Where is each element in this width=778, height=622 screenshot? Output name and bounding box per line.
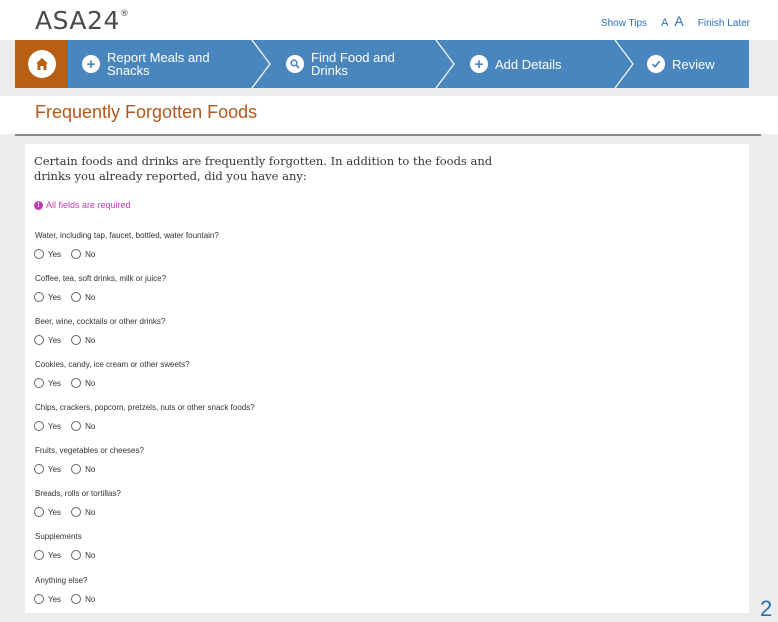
yes-radio[interactable]: Yes bbox=[34, 249, 61, 259]
radio-circle-icon bbox=[34, 421, 44, 431]
yes-radio[interactable]: Yes bbox=[34, 550, 61, 560]
intro-text: Certain foods and drinks are frequently … bbox=[34, 154, 493, 183]
answer-options: Yes No bbox=[34, 292, 105, 302]
yes-radio[interactable]: Yes bbox=[34, 292, 61, 302]
answer-options: Yes No bbox=[34, 550, 105, 560]
question-supplements: Supplements bbox=[35, 532, 82, 541]
yes-radio[interactable]: Yes bbox=[34, 464, 61, 474]
radio-circle-icon bbox=[71, 464, 82, 474]
text-size-small-button[interactable]: A bbox=[661, 17, 668, 29]
step-report-meals[interactable]: + Report Meals and Snacks bbox=[68, 40, 272, 88]
radio-circle-icon bbox=[71, 378, 82, 388]
question-snacks: Chips, crackers, popcorn, pretzels, nuts… bbox=[35, 403, 255, 412]
radio-circle-icon bbox=[34, 292, 44, 302]
search-icon bbox=[286, 55, 304, 73]
step-review[interactable]: Review bbox=[635, 40, 749, 88]
radio-circle-icon bbox=[34, 594, 44, 604]
yes-radio[interactable]: Yes bbox=[34, 594, 61, 604]
radio-circle-icon bbox=[34, 507, 44, 517]
step-label: Find Food and Drinks bbox=[311, 50, 395, 78]
no-radio[interactable]: No bbox=[71, 378, 95, 388]
no-radio[interactable]: No bbox=[71, 249, 95, 259]
page-title: Frequently Forgotten Foods bbox=[35, 102, 258, 122]
corner-fragment-text: 2 bbox=[760, 596, 773, 621]
no-radio[interactable]: No bbox=[71, 507, 95, 517]
finish-later-link[interactable]: Finish Later bbox=[698, 18, 750, 29]
answer-options: Yes No bbox=[34, 594, 105, 604]
question-coffee: Coffee, tea, soft drinks, milk or juice? bbox=[35, 274, 167, 283]
step-separator bbox=[614, 40, 634, 88]
answer-options: Yes No bbox=[34, 421, 105, 431]
radio-circle-icon bbox=[71, 249, 82, 259]
plus-icon: + bbox=[470, 55, 488, 73]
question-breads: Breads, rolls or tortillas? bbox=[35, 489, 121, 498]
text-size-large-button[interactable]: A bbox=[674, 13, 683, 29]
step-separator bbox=[435, 40, 455, 88]
radio-circle-icon bbox=[34, 550, 44, 560]
yes-radio[interactable]: Yes bbox=[34, 507, 61, 517]
question-fruits: Fruits, vegetables or cheeses? bbox=[35, 446, 144, 455]
answer-options: Yes No bbox=[34, 249, 105, 259]
step-label: Add Details bbox=[495, 56, 562, 72]
radio-circle-icon bbox=[34, 335, 44, 345]
radio-circle-icon bbox=[71, 335, 82, 345]
radio-circle-icon bbox=[71, 507, 82, 517]
asa24-logo[interactable]: ASA24® bbox=[35, 6, 129, 35]
answer-options: Yes No bbox=[34, 378, 105, 388]
top-bar: ASA24® Show Tips A A Finish Later bbox=[0, 0, 778, 40]
radio-circle-icon bbox=[34, 464, 44, 474]
questions-panel: Certain foods and drinks are frequently … bbox=[25, 144, 749, 613]
no-radio[interactable]: No bbox=[71, 421, 95, 431]
home-button[interactable] bbox=[15, 40, 68, 88]
check-icon bbox=[647, 55, 665, 73]
yes-radio[interactable]: Yes bbox=[34, 378, 61, 388]
answer-options: Yes No bbox=[34, 464, 105, 474]
no-radio[interactable]: No bbox=[71, 464, 95, 474]
exclamation-icon: ! bbox=[34, 200, 43, 210]
radio-circle-icon bbox=[71, 421, 82, 431]
no-radio[interactable]: No bbox=[71, 594, 95, 604]
home-icon bbox=[28, 50, 56, 78]
question-anything-else: Anything else? bbox=[35, 576, 88, 585]
required-note: ! All fields are required bbox=[34, 200, 131, 210]
no-radio[interactable]: No bbox=[71, 550, 95, 560]
radio-circle-icon bbox=[71, 292, 82, 302]
answer-options: Yes No bbox=[34, 335, 105, 345]
step-separator bbox=[251, 40, 271, 88]
question-beer: Beer, wine, cocktails or other drinks? bbox=[35, 317, 166, 326]
no-radio[interactable]: No bbox=[71, 335, 95, 345]
step-add-details[interactable]: + Add Details bbox=[456, 40, 635, 88]
logo-text: ASA24 bbox=[35, 6, 120, 35]
radio-circle-icon bbox=[71, 594, 82, 604]
plus-icon: + bbox=[82, 55, 100, 73]
question-sweets: Cookies, candy, ice cream or other sweet… bbox=[35, 360, 190, 369]
yes-radio[interactable]: Yes bbox=[34, 335, 61, 345]
logo-registered-mark: ® bbox=[119, 8, 130, 19]
radio-circle-icon bbox=[34, 378, 44, 388]
step-label: Review bbox=[672, 56, 715, 72]
no-radio[interactable]: No bbox=[71, 292, 95, 302]
answer-options: Yes No bbox=[34, 507, 105, 517]
radio-circle-icon bbox=[34, 249, 44, 259]
progress-nav: + Report Meals and Snacks Find Food and Dr… bbox=[15, 40, 749, 88]
radio-circle-icon bbox=[71, 550, 82, 560]
question-water: Water, including tap, faucet, bottled, w… bbox=[35, 231, 219, 240]
step-label: Report Meals and Snacks bbox=[107, 50, 210, 78]
step-find-food[interactable]: Find Food and Drinks bbox=[272, 40, 456, 88]
show-tips-link[interactable]: Show Tips bbox=[601, 18, 647, 29]
title-divider bbox=[15, 134, 761, 136]
yes-radio[interactable]: Yes bbox=[34, 421, 61, 431]
header-links: Show Tips A A Finish Later bbox=[601, 13, 750, 29]
